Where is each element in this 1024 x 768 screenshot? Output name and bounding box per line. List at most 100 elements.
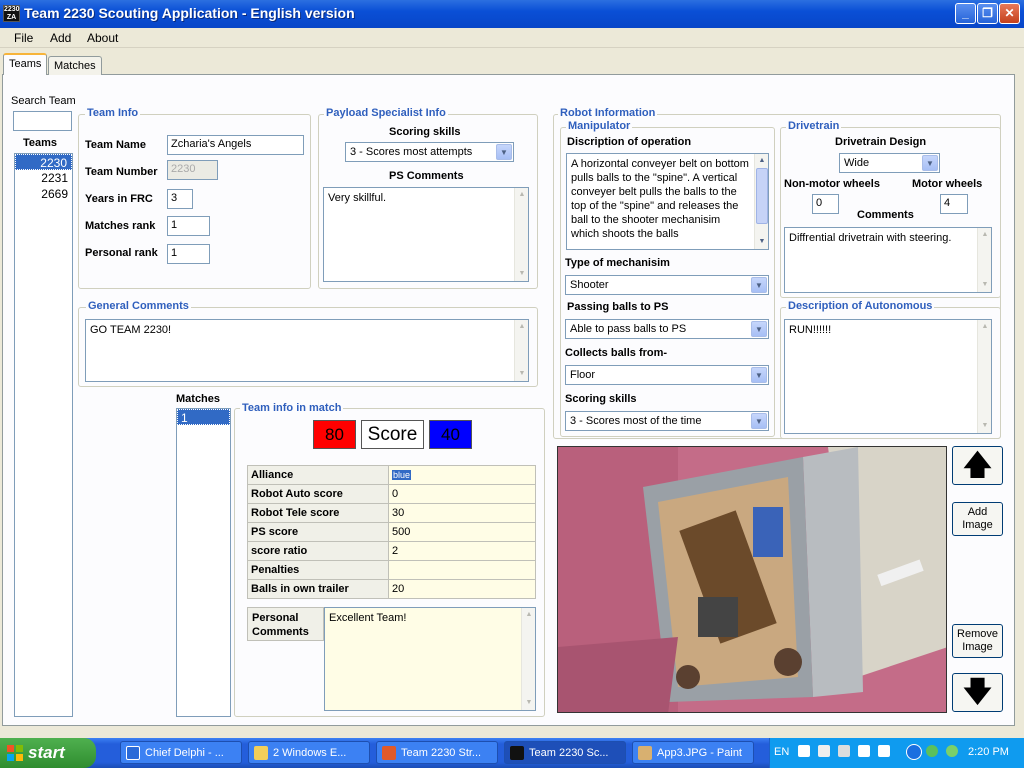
add-image-button[interactable]: Add Image [952,502,1003,536]
stat-key: Alliance [247,465,389,485]
list-item[interactable]: 2230 [15,154,72,170]
autonomous-textarea[interactable]: RUN!!!!!! ▲ ▼ [784,319,992,434]
task-paint[interactable]: App3.JPG - Paint [632,741,754,764]
scroll-up-icon[interactable]: ▲ [756,155,768,167]
stat-value[interactable]: 2 [388,541,536,561]
stat-value[interactable]: 30 [388,503,536,523]
collects-balls-select[interactable]: Floor ▼ [565,365,769,385]
nonmotor-wheels-input[interactable]: 0 [812,194,839,214]
collects-balls-label: Collects balls from- [565,347,668,359]
stat-value[interactable]: 0 [388,484,536,504]
matches-list[interactable]: 1 [176,408,231,717]
motor-wheels-label: Motor wheels [912,178,983,190]
remove-image-button[interactable]: Remove Image [952,624,1003,658]
scroll-up-icon[interactable]: ▲ [516,321,528,333]
scroll-down-icon[interactable]: ▼ [523,697,535,709]
search-team-input[interactable] [13,111,72,131]
tray-icon[interactable] [838,745,850,757]
chevron-down-icon[interactable]: ▼ [751,277,767,293]
robot-scoring-select[interactable]: 3 - Scores most of the time ▼ [565,411,769,431]
list-item[interactable]: 2231 [15,170,72,186]
app-icon-small [510,746,524,760]
scroll-up-icon[interactable]: ▲ [523,609,535,621]
stat-value[interactable]: 20 [388,579,536,599]
scrollbar[interactable]: ▲ ▼ [521,608,535,710]
tray-icon[interactable] [798,745,810,757]
stat-key: Balls in own trailer [247,579,389,599]
menu-add[interactable]: Add [50,31,71,45]
scroll-thumb[interactable] [756,168,768,224]
task-label: 2 Windows E... [273,747,347,759]
scrollbar[interactable]: ▲ ▼ [514,188,528,281]
stat-value[interactable]: 500 [388,522,536,542]
drivetrain-design-label: Drivetrain Design [835,136,927,148]
general-comments-title: General Comments [86,300,191,312]
task-windows-explorer[interactable]: 2 Windows E... [248,741,370,764]
mechanism-type-label: Type of mechanisim [565,257,670,269]
stat-key: Robot Tele score [247,503,389,523]
minimize-button[interactable]: _ [955,3,976,24]
tab-teams[interactable]: Teams [3,53,48,75]
matches-list-header: Matches [176,393,221,405]
drivetrain-design-select[interactable]: Wide ▼ [839,153,940,173]
arrow-up-icon: 🡅 [963,449,992,480]
close-button[interactable]: ✕ [999,3,1020,24]
chevron-down-icon[interactable]: ▼ [751,413,767,429]
scroll-down-icon[interactable]: ▼ [979,420,991,432]
table-row: PS score 500 [247,522,536,542]
matches-rank-input[interactable]: 1 [167,216,210,236]
teams-list[interactable]: 2230 2231 2669 [14,153,73,717]
drivetrain-comments-textarea[interactable]: Diffrential drivetrain with steering. ▲ ▼ [784,227,992,293]
arrow-down-button[interactable]: 🡇 [952,673,1003,712]
chevron-down-icon[interactable]: ▼ [751,367,767,383]
task-team-2230-sc[interactable]: Team 2230 Sc... [504,741,626,764]
scroll-down-icon[interactable]: ▼ [516,368,528,380]
task-chief-delphi[interactable]: Chief Delphi - ... [120,741,242,764]
tray-expand-icon[interactable] [906,744,922,760]
arrow-up-button[interactable]: 🡅 [952,446,1003,485]
operation-desc-textarea[interactable]: A horizontal conveyer belt on bottom pul… [566,153,769,250]
messenger-icon[interactable] [926,745,938,757]
chevron-down-icon[interactable]: ▼ [922,155,938,171]
robot-photo [557,446,947,713]
scroll-up-icon[interactable]: ▲ [979,321,991,333]
list-item[interactable]: 1 [177,409,230,425]
mechanism-type-value: Shooter [570,279,609,291]
scrollbar[interactable]: ▲ ▼ [754,154,768,249]
tab-matches[interactable]: Matches [48,56,102,75]
tray-icon[interactable] [858,745,870,757]
stat-value[interactable] [388,560,536,580]
scrollbar[interactable]: ▲ ▼ [514,320,528,381]
scroll-down-icon[interactable]: ▼ [979,279,991,291]
menu-file[interactable]: File [14,31,33,45]
blue-alliance-score: 40 [429,420,472,449]
help-icon[interactable] [878,745,890,757]
restore-button[interactable]: ❐ [977,3,998,24]
language-indicator[interactable]: EN [774,746,789,758]
ps-comments-textarea[interactable]: Very skillful. ▲ ▼ [323,187,529,282]
chevron-down-icon[interactable]: ▼ [751,321,767,337]
network-icon[interactable] [946,745,958,757]
stat-value[interactable]: blue [388,465,536,485]
scroll-down-icon[interactable]: ▼ [516,268,528,280]
scroll-down-icon[interactable]: ▼ [756,236,768,248]
scrollbar[interactable]: ▲ ▼ [977,320,991,433]
scrollbar[interactable]: ▲ ▼ [977,228,991,292]
personal-rank-input[interactable]: 1 [167,244,210,264]
mechanism-type-select[interactable]: Shooter ▼ [565,275,769,295]
ps-scoring-select[interactable]: 3 - Scores most attempts ▼ [345,142,514,162]
team-name-input[interactable]: Zcharia's Angels [167,135,304,155]
years-in-frc-input[interactable]: 3 [167,189,193,209]
scroll-up-icon[interactable]: ▲ [516,189,528,201]
scroll-up-icon[interactable]: ▲ [979,229,991,241]
tray-icon[interactable] [818,745,830,757]
list-item[interactable]: 2669 [15,186,72,202]
general-comments-textarea[interactable]: GO TEAM 2230! ▲ ▼ [85,319,529,382]
passing-balls-select[interactable]: Able to pass balls to PS ▼ [565,319,769,339]
menu-about[interactable]: About [87,31,118,45]
drivetrain-comments-label: Comments [857,209,914,221]
personal-comments-textarea[interactable]: Excellent Team! ▲ ▼ [324,607,536,711]
chevron-down-icon[interactable]: ▼ [496,144,512,160]
motor-wheels-input[interactable]: 4 [940,194,968,214]
task-team-2230-str[interactable]: Team 2230 Str... [376,741,498,764]
